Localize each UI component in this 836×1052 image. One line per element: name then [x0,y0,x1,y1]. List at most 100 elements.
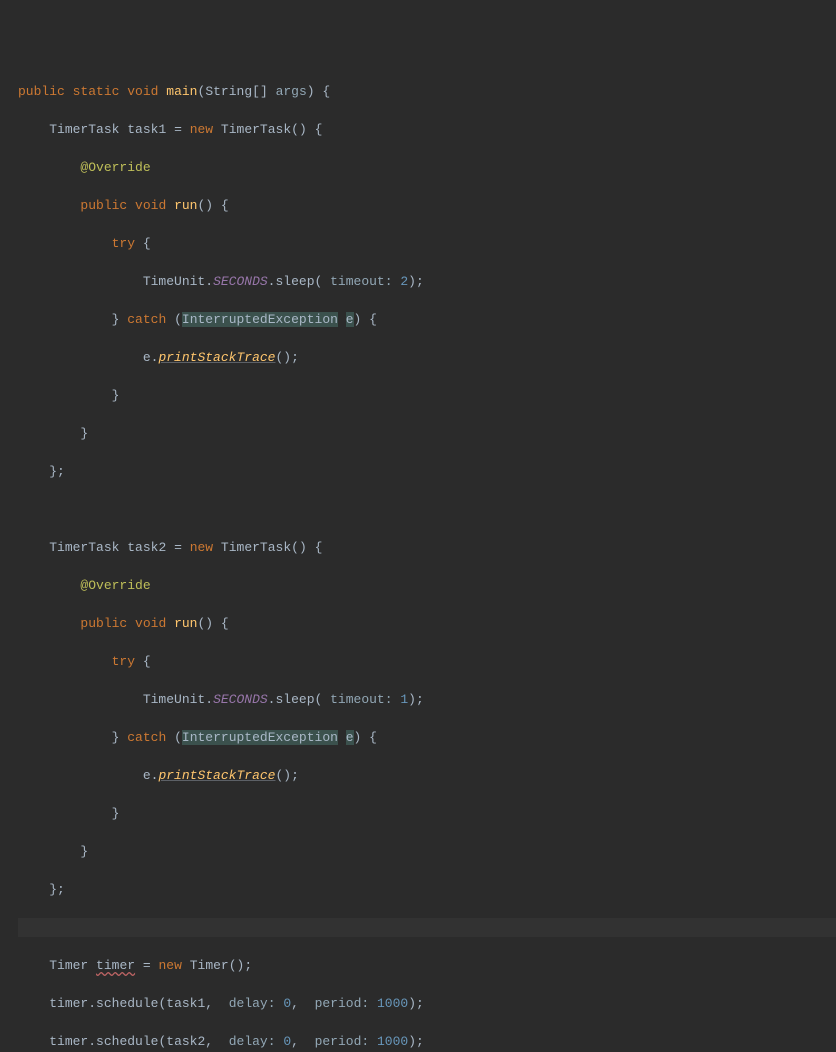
lparen: ( [291,540,299,555]
param-hint-period: period: [315,1034,370,1049]
method-schedule: schedule [96,1034,158,1049]
rbrace: } [112,312,120,327]
method-schedule: schedule [96,996,158,1011]
code-line[interactable]: timer.schedule(task1, delay: 0, period: … [18,994,836,1013]
lparen: ( [291,122,299,137]
code-line[interactable]: } [18,386,836,405]
dot: . [268,692,276,707]
arg-task1: task1 [166,996,205,1011]
code-line[interactable]: @Override [18,158,836,177]
keyword-try: try [112,654,135,669]
literal-0: 0 [283,996,291,1011]
dot: . [205,274,213,289]
method-printstacktrace: printStackTrace [158,768,275,783]
lparen: ( [158,1034,166,1049]
code-line[interactable]: } catch (InterruptedException e) { [18,310,836,329]
code-line[interactable]: TimeUnit.SECONDS.sleep( timeout: 1); [18,690,836,709]
code-line-cursor[interactable] [18,918,836,937]
arg-task2: task2 [166,1034,205,1049]
code-line[interactable]: timer.schedule(task2, delay: 0, period: … [18,1032,836,1051]
rparen: ) [307,84,315,99]
keyword-public: public [80,616,127,631]
code-line[interactable]: Timer timer = new Timer(); [18,956,836,975]
var-e: e [346,312,354,327]
rparen: ) [205,616,213,631]
code-line[interactable]: } catch (InterruptedException e) { [18,728,836,747]
rparen: ) [283,768,291,783]
dot: . [151,768,159,783]
semicolon: ; [416,1034,424,1049]
code-line[interactable]: public void run() { [18,614,836,633]
literal-0: 0 [283,1034,291,1049]
rbracket: ] [260,84,268,99]
lbrace: { [221,616,229,631]
code-line[interactable]: @Override [18,576,836,595]
keyword-new: new [190,540,213,555]
var-task1: task1 [127,122,166,137]
rparen: ) [205,198,213,213]
semicolon: ; [291,768,299,783]
code-line[interactable]: } [18,804,836,823]
rparen: ) [354,730,362,745]
param-hint-delay: delay: [229,996,276,1011]
rbrace-semi: }; [49,464,65,479]
method-printstacktrace: printStackTrace [158,350,275,365]
lbrace: { [369,312,377,327]
code-line[interactable]: try { [18,234,836,253]
literal-1: 1 [400,692,408,707]
literal-1000: 1000 [377,996,408,1011]
equals: = [143,958,151,973]
equals: = [174,122,182,137]
rbrace: } [80,844,88,859]
keyword-new: new [159,958,182,973]
code-line[interactable]: }; [18,462,836,481]
code-line[interactable]: e.printStackTrace(); [18,348,836,367]
comma: , [291,996,299,1011]
lparen: ( [315,692,323,707]
code-line[interactable]: public static void main(String[] args) { [18,82,836,101]
code-line[interactable]: } [18,424,836,443]
dot: . [205,692,213,707]
rparen: ) [354,312,362,327]
code-line[interactable]: e.printStackTrace(); [18,766,836,785]
code-line[interactable]: }; [18,880,836,899]
keyword-void: void [135,198,166,213]
type-timertask: TimerTask [221,122,291,137]
rparen: ) [283,350,291,365]
lparen: ( [197,616,205,631]
type-timer: Timer [190,958,229,973]
rbrace: } [80,426,88,441]
code-line[interactable]: TimerTask task2 = new TimerTask() { [18,538,836,557]
rbrace: } [112,730,120,745]
rparen: ) [299,540,307,555]
method-main: main [166,84,197,99]
annotation-override: @Override [80,578,150,593]
code-line[interactable] [18,500,836,519]
code-line[interactable]: public void run() { [18,196,836,215]
code-line[interactable]: try { [18,652,836,671]
comma: , [205,1034,213,1049]
code-line[interactable]: } [18,842,836,861]
keyword-catch: catch [127,312,166,327]
param-hint-timeout: timeout: [330,274,392,289]
literal-1000: 1000 [377,1034,408,1049]
type-interruptedexception: InterruptedException [182,730,338,745]
lbracket: [ [252,84,260,99]
comma: , [205,996,213,1011]
semicolon: ; [416,274,424,289]
param-args: args [276,84,307,99]
keyword-static: static [73,84,120,99]
semicolon: ; [416,996,424,1011]
dot: . [88,996,96,1011]
type-timertask: TimerTask [221,540,291,555]
param-hint-delay: delay: [229,1034,276,1049]
type-timeunit: TimeUnit [143,692,205,707]
comma: , [291,1034,299,1049]
code-line[interactable]: TimeUnit.SECONDS.sleep( timeout: 2); [18,272,836,291]
code-line[interactable]: TimerTask task1 = new TimerTask() { [18,120,836,139]
keyword-try: try [112,236,135,251]
lparen: ( [229,958,237,973]
keyword-void: void [135,616,166,631]
type-timertask: TimerTask [49,122,119,137]
param-hint-period: period: [315,996,370,1011]
